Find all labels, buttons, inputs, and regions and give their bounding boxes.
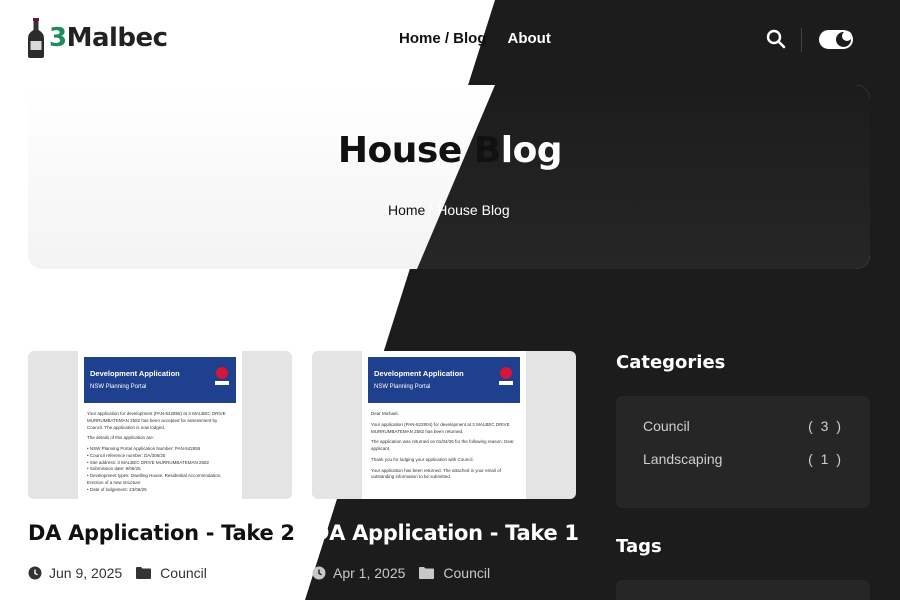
post-date: Apr 1, 2025 — [333, 565, 406, 581]
breadcrumb-current: House Blog — [437, 202, 510, 218]
doc-line: • Date of lodgement: 23/06/25 — [87, 486, 147, 492]
doc-line: The application was returned on 01/04/25… — [371, 439, 514, 451]
site-logo[interactable]: 3Malbec — [27, 18, 168, 58]
doc-line: Your application has been returned. The … — [371, 467, 501, 480]
post-category[interactable]: Council — [160, 565, 207, 581]
doc-line: Dear Michael, — [371, 411, 399, 416]
post-meta: Jun 9, 2025 Council — [28, 565, 292, 581]
search-icon[interactable] — [766, 29, 786, 54]
doc-line: • Development types: Dwelling House, Res… — [87, 473, 222, 485]
post-thumbnail[interactable]: Development Application NSW Planning Por… — [312, 351, 576, 499]
post-meta: Apr 1, 2025 Council — [312, 565, 576, 581]
header-divider — [801, 28, 802, 52]
category-item-landscaping[interactable]: Landscaping ( 1 ) — [643, 451, 843, 467]
categories-heading: Categories — [616, 352, 726, 373]
post-thumbnail[interactable]: Development Application NSW Planning Por… — [28, 351, 292, 499]
clock-icon — [28, 566, 42, 580]
category-name: Landscaping — [643, 451, 723, 467]
tags-list — [616, 580, 870, 600]
category-count: ( 3 ) — [808, 418, 843, 434]
wine-bottle-icon — [28, 18, 44, 58]
document-preview: Development Application NSW Planning Por… — [362, 351, 526, 499]
breadcrumb-separator: / — [428, 202, 433, 218]
doc-line: Your application (PAN-522904) for develo… — [371, 421, 510, 434]
doc-subtitle: NSW Planning Portal — [374, 384, 431, 391]
doc-line: • NSW Planning Portal Application Number… — [87, 446, 201, 451]
post-title[interactable]: DA Application - Take 2 — [28, 521, 295, 545]
post-card[interactable]: Development Application NSW Planning Por… — [28, 351, 295, 581]
doc-title: Development Application — [90, 369, 180, 378]
breadcrumb-home[interactable]: Home — [388, 202, 425, 218]
post-category[interactable]: Council — [443, 565, 490, 581]
categories-list: Council ( 3 ) Landscaping ( 1 ) — [616, 396, 870, 508]
doc-line: The details of this application are: — [87, 435, 155, 441]
post-date: Jun 9, 2025 — [49, 565, 123, 581]
post-title[interactable]: DA Application - Take 1 — [312, 521, 579, 545]
folder-icon — [136, 567, 152, 579]
doc-line: • Submission date: 9/06/25 — [87, 466, 141, 472]
doc-line: • Site address: 3 MALBEC DRIVE MURRUMBAT… — [87, 459, 210, 465]
main-nav: Home / Blog About — [399, 30, 551, 47]
brand-name: 3Malbec — [49, 23, 168, 53]
nav-about[interactable]: About — [508, 30, 551, 47]
page-title: House Blog — [337, 130, 563, 171]
site-header: 3Malbec Home / Blog About — [0, 0, 900, 80]
folder-icon — [419, 567, 435, 579]
doc-line: Your application for development (PAN-54… — [87, 411, 226, 430]
moon-icon — [836, 31, 852, 47]
breadcrumb: Home / House Blog — [388, 202, 510, 218]
doc-title: Development Application — [374, 369, 464, 378]
theme-toggle[interactable] — [819, 30, 853, 49]
category-count: ( 1 ) — [808, 451, 843, 467]
nav-home-blog[interactable]: Home / Blog — [399, 30, 487, 47]
nsw-waratah-logo — [215, 367, 229, 385]
post-card[interactable]: Development Application NSW Planning Por… — [312, 351, 579, 581]
tags-heading: Tags — [616, 536, 662, 557]
nsw-waratah-logo — [499, 367, 513, 385]
category-name: Council — [643, 418, 690, 434]
clock-icon — [312, 566, 326, 580]
category-item-council[interactable]: Council ( 3 ) — [643, 418, 843, 434]
doc-line: Thank you for lodging your application w… — [371, 456, 474, 462]
doc-subtitle: NSW Planning Portal — [90, 384, 147, 391]
document-preview: Development Application NSW Planning Por… — [78, 351, 242, 499]
doc-line: • Council reference number: DA/306/25 — [87, 452, 166, 458]
